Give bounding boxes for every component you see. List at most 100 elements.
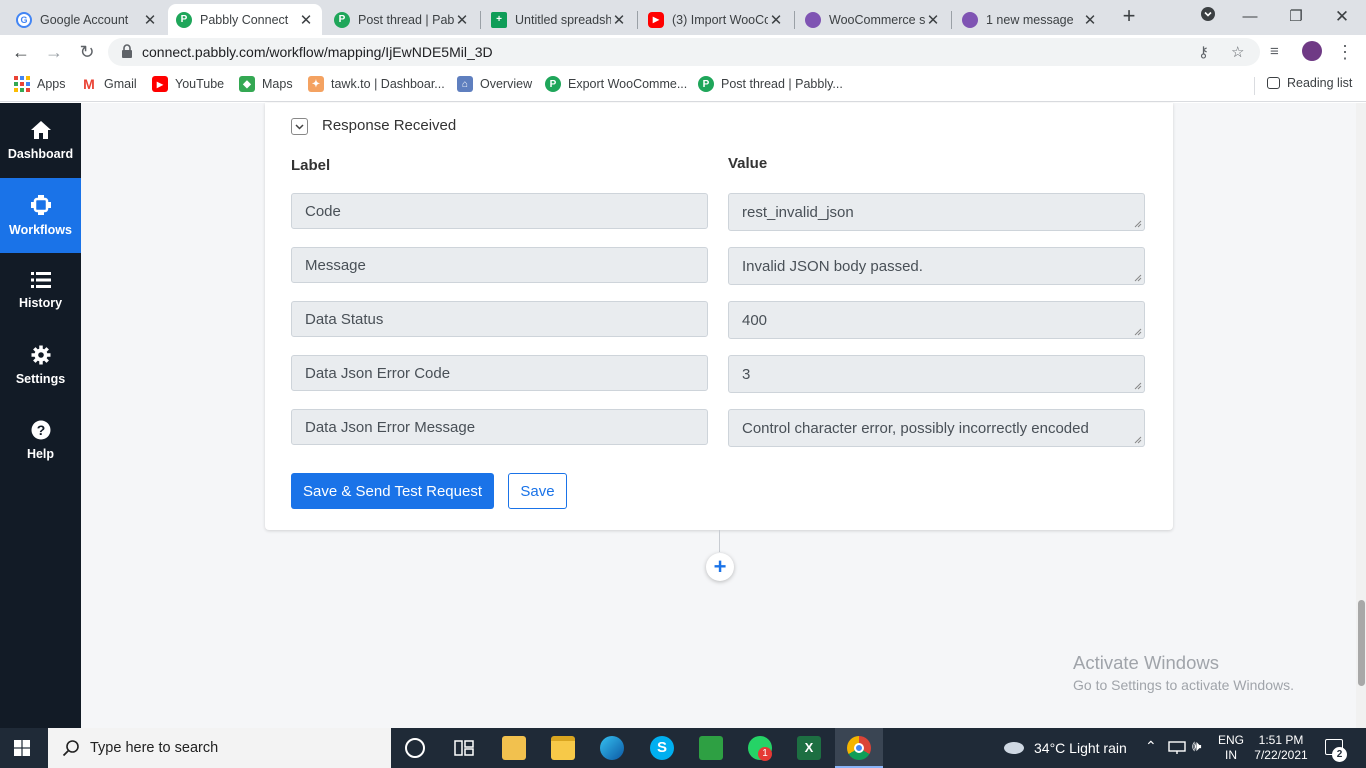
close-icon[interactable]: ✕ bbox=[1082, 11, 1098, 29]
bookmark-youtube[interactable]: ▶ YouTube bbox=[152, 76, 224, 92]
tab-woocommerce[interactable]: WooCommerce s ✕ bbox=[797, 4, 949, 35]
woocommerce-icon bbox=[805, 11, 821, 28]
sidebar-item-dashboard[interactable]: Dashboard bbox=[0, 103, 81, 178]
back-arrow-icon[interactable]: ← bbox=[9, 40, 33, 64]
bookmark-tawkto[interactable]: ✦ tawk.to | Dashboar... bbox=[308, 76, 445, 92]
sidebar-item-settings[interactable]: Settings bbox=[0, 328, 81, 403]
cortana-icon[interactable] bbox=[405, 738, 425, 758]
close-window-button[interactable]: ✕ bbox=[1322, 4, 1362, 30]
sidebar-item-label: History bbox=[18, 296, 63, 310]
help-icon: ? bbox=[31, 420, 50, 440]
forward-arrow-icon[interactable]: → bbox=[42, 40, 66, 64]
close-icon[interactable]: ✕ bbox=[925, 11, 941, 29]
chevron-up-icon[interactable]: ⌃ bbox=[1145, 738, 1157, 755]
reading-list-icon bbox=[1267, 77, 1280, 89]
star-icon[interactable]: ☆ bbox=[1231, 43, 1244, 61]
bookmark-overview[interactable]: ⌂ Overview bbox=[457, 76, 532, 92]
skype-icon[interactable]: S bbox=[650, 736, 674, 760]
tab-new-message[interactable]: 1 new message ✕ bbox=[954, 4, 1106, 35]
windows-taskbar: Type here to search S 1 X 34°C Light rai… bbox=[0, 728, 1366, 768]
scrollbar-thumb[interactable] bbox=[1358, 600, 1365, 686]
close-icon[interactable]: ✕ bbox=[298, 11, 314, 29]
url-text: connect.pabbly.com/workflow/mapping/IjEw… bbox=[142, 44, 493, 60]
bookmark-gmail[interactable]: M Gmail bbox=[81, 76, 137, 92]
tab-search-button[interactable] bbox=[1188, 4, 1228, 30]
whatsapp-badge: 1 bbox=[758, 747, 772, 761]
close-icon[interactable]: ✕ bbox=[142, 11, 158, 29]
bookmark-apps[interactable]: Apps bbox=[14, 76, 66, 92]
tab-google-account[interactable]: G Google Account ✕ bbox=[8, 4, 166, 35]
more-menu-icon[interactable]: ⋮ bbox=[1333, 40, 1357, 64]
sidebar-item-label: Help bbox=[26, 447, 55, 461]
response-label-field: Message bbox=[291, 247, 708, 283]
weather-text[interactable]: 34°C Light rain bbox=[1034, 740, 1127, 756]
close-icon[interactable]: ✕ bbox=[611, 11, 627, 29]
close-icon[interactable]: ✕ bbox=[768, 11, 784, 29]
bookmark-export-woocommerce[interactable]: P Export WooComme... bbox=[545, 76, 687, 92]
tab-import-woocommerce[interactable]: ▶ (3) Import WooCo ✕ bbox=[640, 4, 792, 35]
apps-grid-icon bbox=[14, 76, 30, 92]
avatar[interactable] bbox=[1302, 41, 1322, 61]
tab-untitled-spreadsheet[interactable]: + Untitled spreadsh ✕ bbox=[483, 4, 635, 35]
workflow-icon bbox=[30, 195, 51, 215]
clock[interactable]: 1:51 PM 7/22/2021 bbox=[1250, 733, 1312, 763]
excel-icon[interactable]: X bbox=[797, 736, 821, 760]
pabbly-icon: P bbox=[545, 76, 561, 92]
new-tab-button[interactable]: + bbox=[1119, 5, 1139, 27]
sidebar-item-workflows[interactable]: Workflows bbox=[0, 178, 81, 253]
tab-title: 1 new message bbox=[986, 12, 1074, 27]
pabbly-icon: P bbox=[698, 76, 714, 92]
taskbar-search-input[interactable]: Type here to search bbox=[48, 728, 391, 768]
tab-pabbly-connect[interactable]: P Pabbly Connect ✕ bbox=[168, 4, 322, 35]
response-value-field[interactable]: 400 bbox=[728, 301, 1145, 339]
bookmark-maps[interactable]: ◆ Maps bbox=[239, 76, 293, 92]
add-step-button[interactable]: + bbox=[706, 553, 734, 581]
chrome-icon bbox=[847, 736, 871, 760]
sidebar-item-help[interactable]: ? Help bbox=[0, 403, 81, 478]
gmail-icon: M bbox=[81, 76, 97, 92]
reading-list-button[interactable]: Reading list bbox=[1267, 76, 1352, 90]
sidebar-item-label: Dashboard bbox=[7, 147, 74, 161]
sidebar-item-history[interactable]: History bbox=[0, 253, 81, 328]
resize-grip-icon[interactable] bbox=[1134, 436, 1142, 444]
minimize-button[interactable]: — bbox=[1230, 4, 1270, 30]
resize-grip-icon[interactable] bbox=[1134, 328, 1142, 336]
chevron-down-icon bbox=[295, 123, 304, 130]
address-bar[interactable]: connect.pabbly.com/workflow/mapping/IjEw… bbox=[108, 38, 1260, 66]
save-button[interactable]: Save bbox=[508, 473, 567, 509]
response-value-field[interactable]: rest_invalid_json bbox=[728, 193, 1145, 231]
tab-post-thread[interactable]: P Post thread | Pabl ✕ bbox=[326, 4, 478, 35]
network-icon[interactable] bbox=[1168, 741, 1186, 755]
response-value-field[interactable]: 3 bbox=[728, 355, 1145, 393]
bookmark-post-thread[interactable]: P Post thread | Pabbly... bbox=[698, 76, 843, 92]
volume-icon[interactable]: 🕪 bbox=[1192, 738, 1201, 755]
chrome-taskbar-button[interactable] bbox=[835, 728, 883, 768]
tab-separator bbox=[794, 11, 795, 29]
language-indicator[interactable]: ENG IN bbox=[1216, 733, 1246, 763]
save-and-send-test-request-button[interactable]: Save & Send Test Request bbox=[291, 473, 494, 509]
resize-grip-icon[interactable] bbox=[1134, 220, 1142, 228]
resize-grip-icon[interactable] bbox=[1134, 382, 1142, 390]
response-label-field: Data Json Error Code bbox=[291, 355, 708, 391]
file-explorer-icon[interactable] bbox=[551, 736, 575, 760]
collapse-toggle[interactable] bbox=[291, 118, 308, 135]
restore-button[interactable]: ❐ bbox=[1276, 4, 1316, 30]
reload-icon[interactable]: ↻ bbox=[75, 40, 99, 64]
windows-start-icon[interactable] bbox=[14, 740, 30, 756]
task-view-icon[interactable] bbox=[452, 736, 476, 760]
sticky-notes-icon[interactable] bbox=[502, 736, 526, 760]
bookmark-label: Apps bbox=[37, 77, 66, 91]
sidebar-item-label: Workflows bbox=[9, 223, 72, 237]
response-value-field[interactable]: Invalid JSON body passed. bbox=[728, 247, 1145, 285]
key-icon[interactable]: ⚷ bbox=[1198, 43, 1209, 61]
resize-grip-icon[interactable] bbox=[1134, 274, 1142, 282]
tawkto-icon: ✦ bbox=[308, 76, 324, 92]
edge-icon[interactable] bbox=[600, 736, 624, 760]
activate-windows-subtitle: Go to Settings to activate Windows. bbox=[1073, 677, 1294, 693]
bookmark-label: Post thread | Pabbly... bbox=[721, 77, 843, 91]
response-value-field[interactable]: Control character error, possibly incorr… bbox=[728, 409, 1145, 447]
media-control-icon[interactable]: ≡ bbox=[1270, 43, 1279, 60]
notification-count-badge: 2 bbox=[1332, 747, 1347, 762]
close-icon[interactable]: ✕ bbox=[454, 11, 470, 29]
greenshot-icon[interactable] bbox=[699, 736, 723, 760]
